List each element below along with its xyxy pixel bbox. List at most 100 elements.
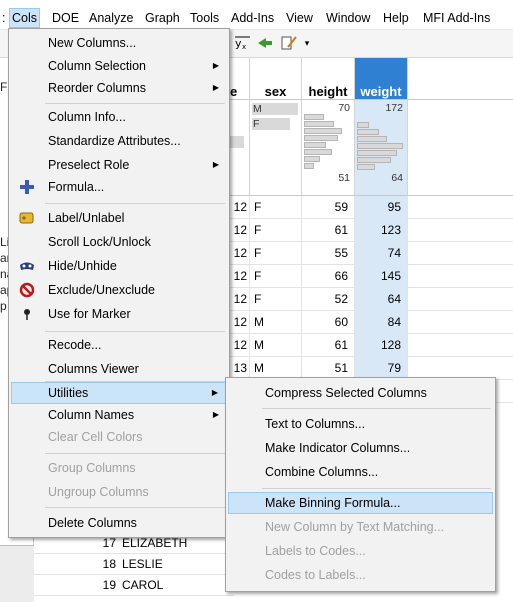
cell-weight[interactable]: 64 — [355, 288, 408, 311]
cell-age[interactable]: 12 — [228, 196, 250, 219]
menu-doe[interactable]: DOE — [50, 8, 81, 28]
menu-item-delete-columns[interactable]: Delete Columns — [11, 512, 227, 534]
toolbar-overflow-icon[interactable]: ▾ — [298, 34, 316, 52]
menu-item-compress-selected-columns[interactable]: Compress Selected Columns — [228, 382, 493, 404]
cell-height[interactable]: 61 — [302, 334, 355, 357]
cell-sex[interactable]: M — [250, 311, 302, 334]
weight-min-label: 64 — [391, 172, 403, 184]
menu-cols[interactable]: Cols — [9, 8, 41, 28]
cell-age[interactable]: 12 — [228, 242, 250, 265]
cell-sex[interactable]: M — [250, 334, 302, 357]
menu-item-ungroup-columns: Ungroup Columns — [48, 485, 149, 499]
menu-item-label-unlabel[interactable]: Label/Unlabel — [11, 207, 227, 229]
submenu-arrow-icon: ▶ — [212, 160, 219, 169]
cell-weight[interactable]: 123 — [355, 219, 408, 242]
cell-height[interactable]: 66 — [302, 265, 355, 288]
histogram-bar — [228, 136, 244, 148]
menu-item-utilities[interactable]: Utilities ▶ — [11, 382, 227, 404]
menu-item-scroll-lock-unlock[interactable]: Scroll Lock/Unlock — [11, 231, 227, 253]
menu-item-columns-viewer[interactable]: Columns Viewer — [11, 358, 227, 380]
cell-age[interactable]: 12 — [228, 334, 250, 357]
cell-weight[interactable]: 128 — [355, 334, 408, 357]
menu-view[interactable]: View — [284, 8, 315, 28]
histogram-bar — [357, 150, 397, 156]
cell-height[interactable]: 55 — [302, 242, 355, 265]
menu-item-use-for-marker[interactable]: Use for Marker — [11, 303, 227, 325]
summary-height: 70 51 — [302, 100, 355, 196]
summary-age — [228, 100, 250, 196]
column-header-height[interactable]: height — [302, 58, 355, 100]
menu-separator — [45, 203, 225, 204]
table-row[interactable]: 12 F 55 74 — [228, 242, 513, 265]
histogram-bar — [304, 156, 320, 162]
cell-sex[interactable]: F — [250, 219, 302, 242]
column-header-age[interactable]: e — [228, 58, 250, 100]
menu-item-make-binning-formula[interactable]: Make Binning Formula... — [228, 492, 493, 514]
column-header-weight[interactable]: weight — [355, 58, 408, 100]
table-row[interactable]: 18 LESLIE — [34, 554, 234, 575]
menu-item-exclude-unexclude[interactable]: Exclude/Unexclude — [11, 279, 227, 301]
cell-age[interactable]: 12 — [228, 311, 250, 334]
menu-separator — [262, 488, 491, 489]
menu-item-new-columns[interactable]: New Columns... — [11, 32, 227, 54]
menu-item-text-to-columns[interactable]: Text to Columns... — [228, 413, 493, 435]
menu-item-hide-unhide[interactable]: Hide/Unhide — [11, 255, 227, 277]
cell-sex[interactable]: F — [250, 196, 302, 219]
menu-tools[interactable]: Tools — [188, 8, 221, 28]
cell-height[interactable]: 52 — [302, 288, 355, 311]
cell-height[interactable]: 60 — [302, 311, 355, 334]
table-row[interactable]: 12 M 61 128 — [228, 334, 513, 357]
table-row[interactable]: 12 F 61 123 — [228, 219, 513, 242]
histogram-bar — [357, 157, 391, 163]
cell-weight[interactable]: 74 — [355, 242, 408, 265]
cell-height[interactable]: 59 — [302, 196, 355, 219]
cell-height[interactable]: 61 — [302, 219, 355, 242]
table-row[interactable]: 19 CAROL — [34, 575, 234, 596]
cell-sex[interactable]: F — [250, 288, 302, 311]
menu-item-reorder-columns[interactable]: Reorder Columns ▶ — [11, 77, 227, 99]
sort-columns-icon[interactable]: yx — [234, 34, 252, 52]
cell-weight[interactable]: 95 — [355, 196, 408, 219]
menu-item-column-names[interactable]: Column Names ▶ — [11, 404, 227, 426]
table-row[interactable]: 12 F 52 64 — [228, 288, 513, 311]
menu-graph[interactable]: Graph — [143, 8, 182, 28]
category-label-f: F — [253, 118, 260, 130]
cell-sex[interactable]: F — [250, 242, 302, 265]
edit-pencil-icon[interactable] — [280, 34, 298, 52]
menu-window[interactable]: Window — [324, 8, 372, 28]
menu-item-combine-columns[interactable]: Combine Columns... — [228, 461, 493, 483]
menu-analyze[interactable]: Analyze — [87, 8, 135, 28]
menu-item-labels-to-codes: Labels to Codes... — [265, 544, 366, 558]
table-row[interactable]: 12 F 66 145 — [228, 265, 513, 288]
utilities-submenu: Compress Selected Columns Text to Column… — [225, 377, 496, 592]
menu-item-column-info[interactable]: Column Info... — [11, 106, 227, 128]
cell-age[interactable]: 12 — [228, 265, 250, 288]
cell-sex[interactable]: F — [250, 265, 302, 288]
histogram-bar — [304, 142, 326, 148]
plus-icon — [19, 179, 35, 195]
menu-mfi-add-ins[interactable]: MFI Add-Ins — [421, 8, 492, 28]
menu-item-standardize-attributes[interactable]: Standardize Attributes... — [11, 130, 227, 152]
cell-name[interactable]: CAROL — [122, 575, 163, 596]
column-header-empty — [408, 58, 513, 100]
menu-item-make-indicator-columns[interactable]: Make Indicator Columns... — [228, 437, 493, 459]
cell-weight[interactable]: 145 — [355, 265, 408, 288]
menu-item-formula[interactable]: Formula... — [11, 176, 227, 198]
table-row[interactable]: 12 F 59 95 — [228, 196, 513, 219]
menu-help[interactable]: Help — [381, 8, 411, 28]
table-row[interactable]: 12 M 60 84 — [228, 311, 513, 334]
cell-age[interactable]: 12 — [228, 219, 250, 242]
menu-item-recode[interactable]: Recode... — [11, 334, 227, 356]
cell-name[interactable]: LESLIE — [122, 554, 163, 575]
exclude-circle-icon — [19, 282, 35, 298]
menu-bar: : Cols DOE Analyze Graph Tools Add-Ins V… — [0, 0, 513, 30]
menu-add-ins[interactable]: Add-Ins — [229, 8, 276, 28]
summary-sex: M F — [250, 100, 302, 196]
menu-item-column-selection[interactable]: Column Selection ▶ — [11, 55, 227, 77]
menu-item-preselect-role[interactable]: Preselect Role ▶ — [11, 154, 227, 176]
arrow-flag-icon[interactable] — [256, 34, 274, 52]
column-header-sex[interactable]: sex — [250, 58, 302, 100]
cell-weight[interactable]: 84 — [355, 311, 408, 334]
menu-separator — [45, 331, 225, 332]
cell-age[interactable]: 12 — [228, 288, 250, 311]
